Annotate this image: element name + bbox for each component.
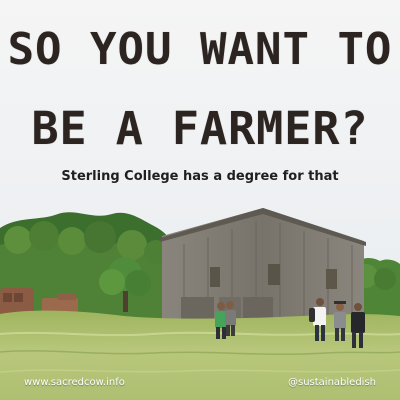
subtitle: Sterling College has a degree for that [61,169,339,184]
poster: SO YOU WANT TO BE A FARMER? Sterling Col… [0,0,400,400]
headline-line-2: BE A FARMER? [31,102,369,155]
website-credit: www.sacredcow.info [24,377,125,388]
social-handle: @sustainabledish [287,377,376,388]
headline-line-1: SO YOU WANT TO [7,24,393,75]
